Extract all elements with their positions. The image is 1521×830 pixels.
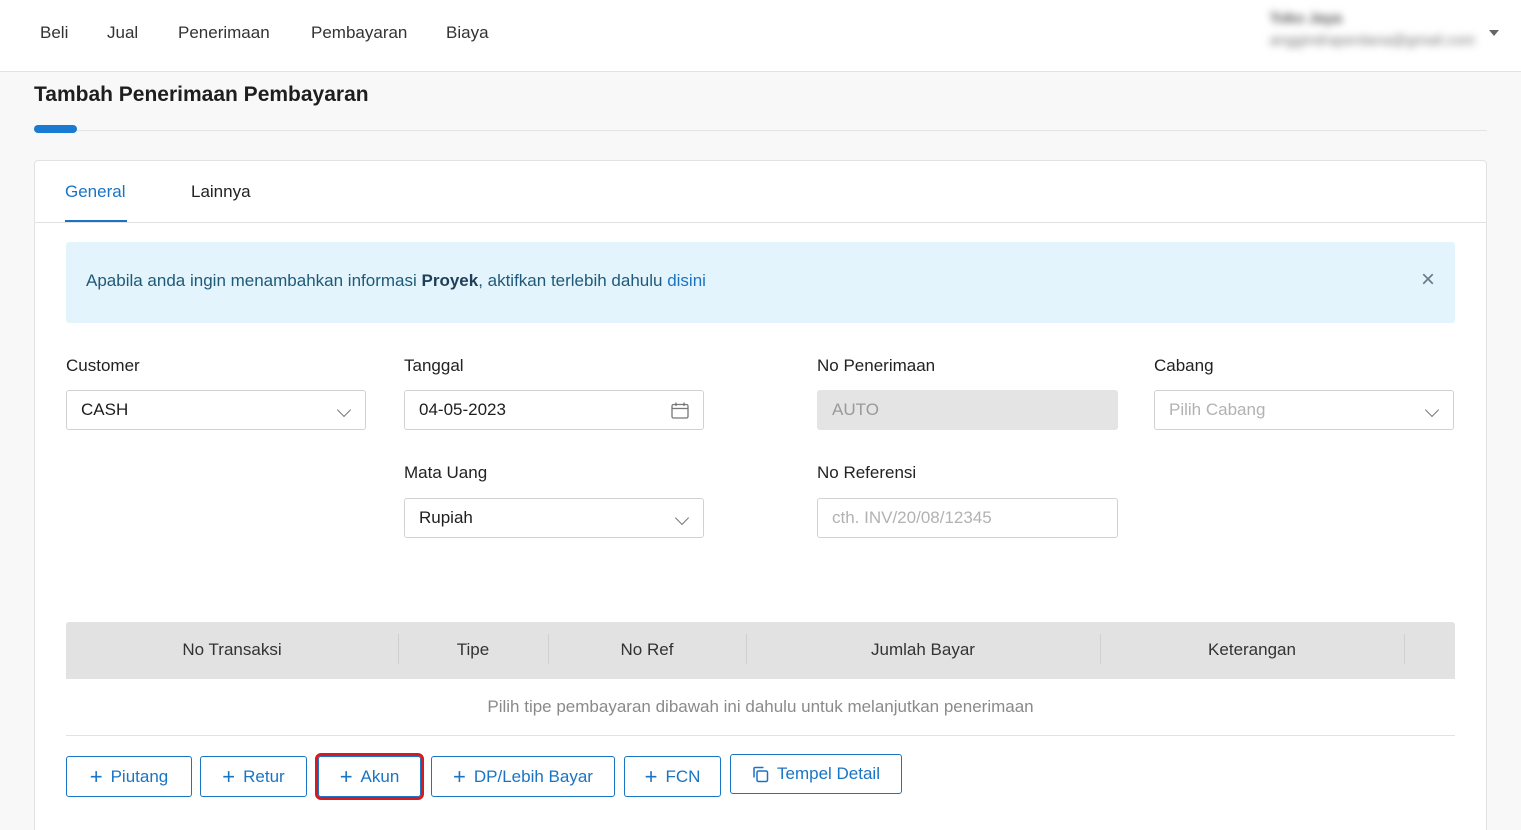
active-tab-indicator: [65, 220, 127, 222]
alert-link-disini[interactable]: disini: [667, 271, 706, 290]
column-no-transaksi: No Transaksi: [182, 640, 282, 659]
tab-bar: General Lainnya: [35, 161, 1486, 223]
nav-item-biaya[interactable]: Biaya: [446, 23, 489, 43]
no-penerimaan-label: No Penerimaan: [817, 356, 936, 375]
piutang-label: Piutang: [110, 766, 169, 786]
tanggal-datepicker[interactable]: 04-05-2023: [404, 390, 704, 430]
dp-label: DP/Lebih Bayar: [473, 766, 593, 786]
nav-item-penerimaan[interactable]: Penerimaan: [178, 23, 270, 43]
plus-icon: +: [339, 763, 353, 789]
add-akun-button[interactable]: + Akun: [315, 753, 424, 800]
add-fcn-button[interactable]: + FCN: [624, 756, 721, 797]
copy-icon: [753, 766, 769, 782]
add-dp-lebih-bayar-button[interactable]: + DP/Lebih Bayar: [431, 756, 615, 797]
mata-uang-value: Rupiah: [419, 508, 473, 527]
user-account[interactable]: Toko Jaya anggindraperdana@gmail.com: [1270, 10, 1475, 49]
user-email: anggindraperdana@gmail.com: [1269, 32, 1475, 49]
title-accent-bar: [34, 125, 77, 133]
mata-uang-select[interactable]: Rupiah: [404, 498, 704, 538]
cabang-placeholder: Pilih Cabang: [1169, 400, 1266, 419]
tab-general[interactable]: General: [65, 182, 125, 202]
column-no-ref: No Ref: [620, 640, 674, 659]
akun-label: Akun: [360, 766, 400, 786]
tanggal-label: Tanggal: [404, 356, 464, 375]
tanggal-value: 04-05-2023: [419, 400, 506, 419]
mata-uang-label: Mata Uang: [404, 463, 488, 482]
column-keterangan: Keterangan: [1208, 640, 1296, 659]
page-title: Tambah Penerimaan Pembayaran: [34, 83, 369, 106]
alert-bold-proyek: Proyek: [421, 271, 479, 290]
no-referensi-label: No Referensi: [817, 463, 917, 482]
retur-label: Retur: [243, 766, 285, 786]
customer-value: CASH: [81, 400, 129, 419]
tab-lainnya[interactable]: Lainnya: [191, 182, 251, 202]
nav-item-jual[interactable]: Jual: [107, 23, 138, 43]
add-retur-button[interactable]: + Retur: [200, 756, 307, 797]
column-jumlah-bayar: Jumlah Bayar: [871, 640, 975, 659]
nav-item-beli[interactable]: Beli: [40, 23, 68, 43]
plus-icon: +: [453, 763, 466, 789]
title-divider: [34, 130, 1487, 131]
caret-down-icon[interactable]: [1489, 30, 1499, 36]
column-tipe: Tipe: [456, 640, 490, 659]
nav-item-pembayaran[interactable]: Pembayaran: [311, 23, 407, 43]
table-divider: [66, 735, 1455, 736]
add-piutang-button[interactable]: + Piutang: [66, 756, 192, 797]
no-referensi-placeholder: cth. INV/20/08/12345: [832, 508, 992, 527]
column-divider: [1404, 634, 1405, 664]
chevron-down-icon: [674, 510, 690, 526]
alert-text-2: , aktifkan terlebih dahulu: [478, 271, 668, 290]
alert-message: Apabila anda ingin menambahkan informasi…: [86, 271, 706, 291]
no-penerimaan-value: AUTO: [832, 400, 879, 419]
info-alert: Apabila anda ingin menambahkan informasi…: [66, 242, 1455, 323]
table-empty-message: Pilih tipe pembayaran dibawah ini dahulu…: [487, 697, 1034, 716]
no-referensi-input[interactable]: cth. INV/20/08/12345: [817, 498, 1118, 538]
form-card: General Lainnya Apabila anda ingin menam…: [34, 160, 1487, 830]
close-icon[interactable]: ×: [1421, 266, 1435, 294]
plus-icon: +: [89, 763, 103, 789]
table-header: No Transaksi Tipe No Ref Jumlah Bayar Ke…: [66, 622, 1455, 679]
tempel-detail-button[interactable]: Tempel Detail: [730, 754, 902, 794]
top-navbar: Beli Jual Penerimaan Pembayaran Biaya To…: [0, 0, 1521, 72]
chevron-down-icon: [336, 402, 352, 418]
tempel-detail-label: Tempel Detail: [777, 764, 880, 783]
fcn-label: FCN: [665, 766, 701, 786]
user-name: Toko Jaya: [1269, 10, 1342, 27]
cabang-select[interactable]: Pilih Cabang: [1154, 390, 1454, 430]
chevron-down-icon: [1424, 402, 1440, 418]
alert-text-1: Apabila anda ingin menambahkan informasi: [86, 271, 422, 290]
calendar-icon[interactable]: [671, 402, 689, 419]
plus-icon: +: [644, 763, 658, 789]
no-penerimaan-field: AUTO: [817, 390, 1118, 430]
cabang-label: Cabang: [1154, 356, 1214, 375]
plus-icon: +: [222, 763, 236, 789]
customer-label: Customer: [66, 356, 140, 375]
customer-select[interactable]: CASH: [66, 390, 366, 430]
